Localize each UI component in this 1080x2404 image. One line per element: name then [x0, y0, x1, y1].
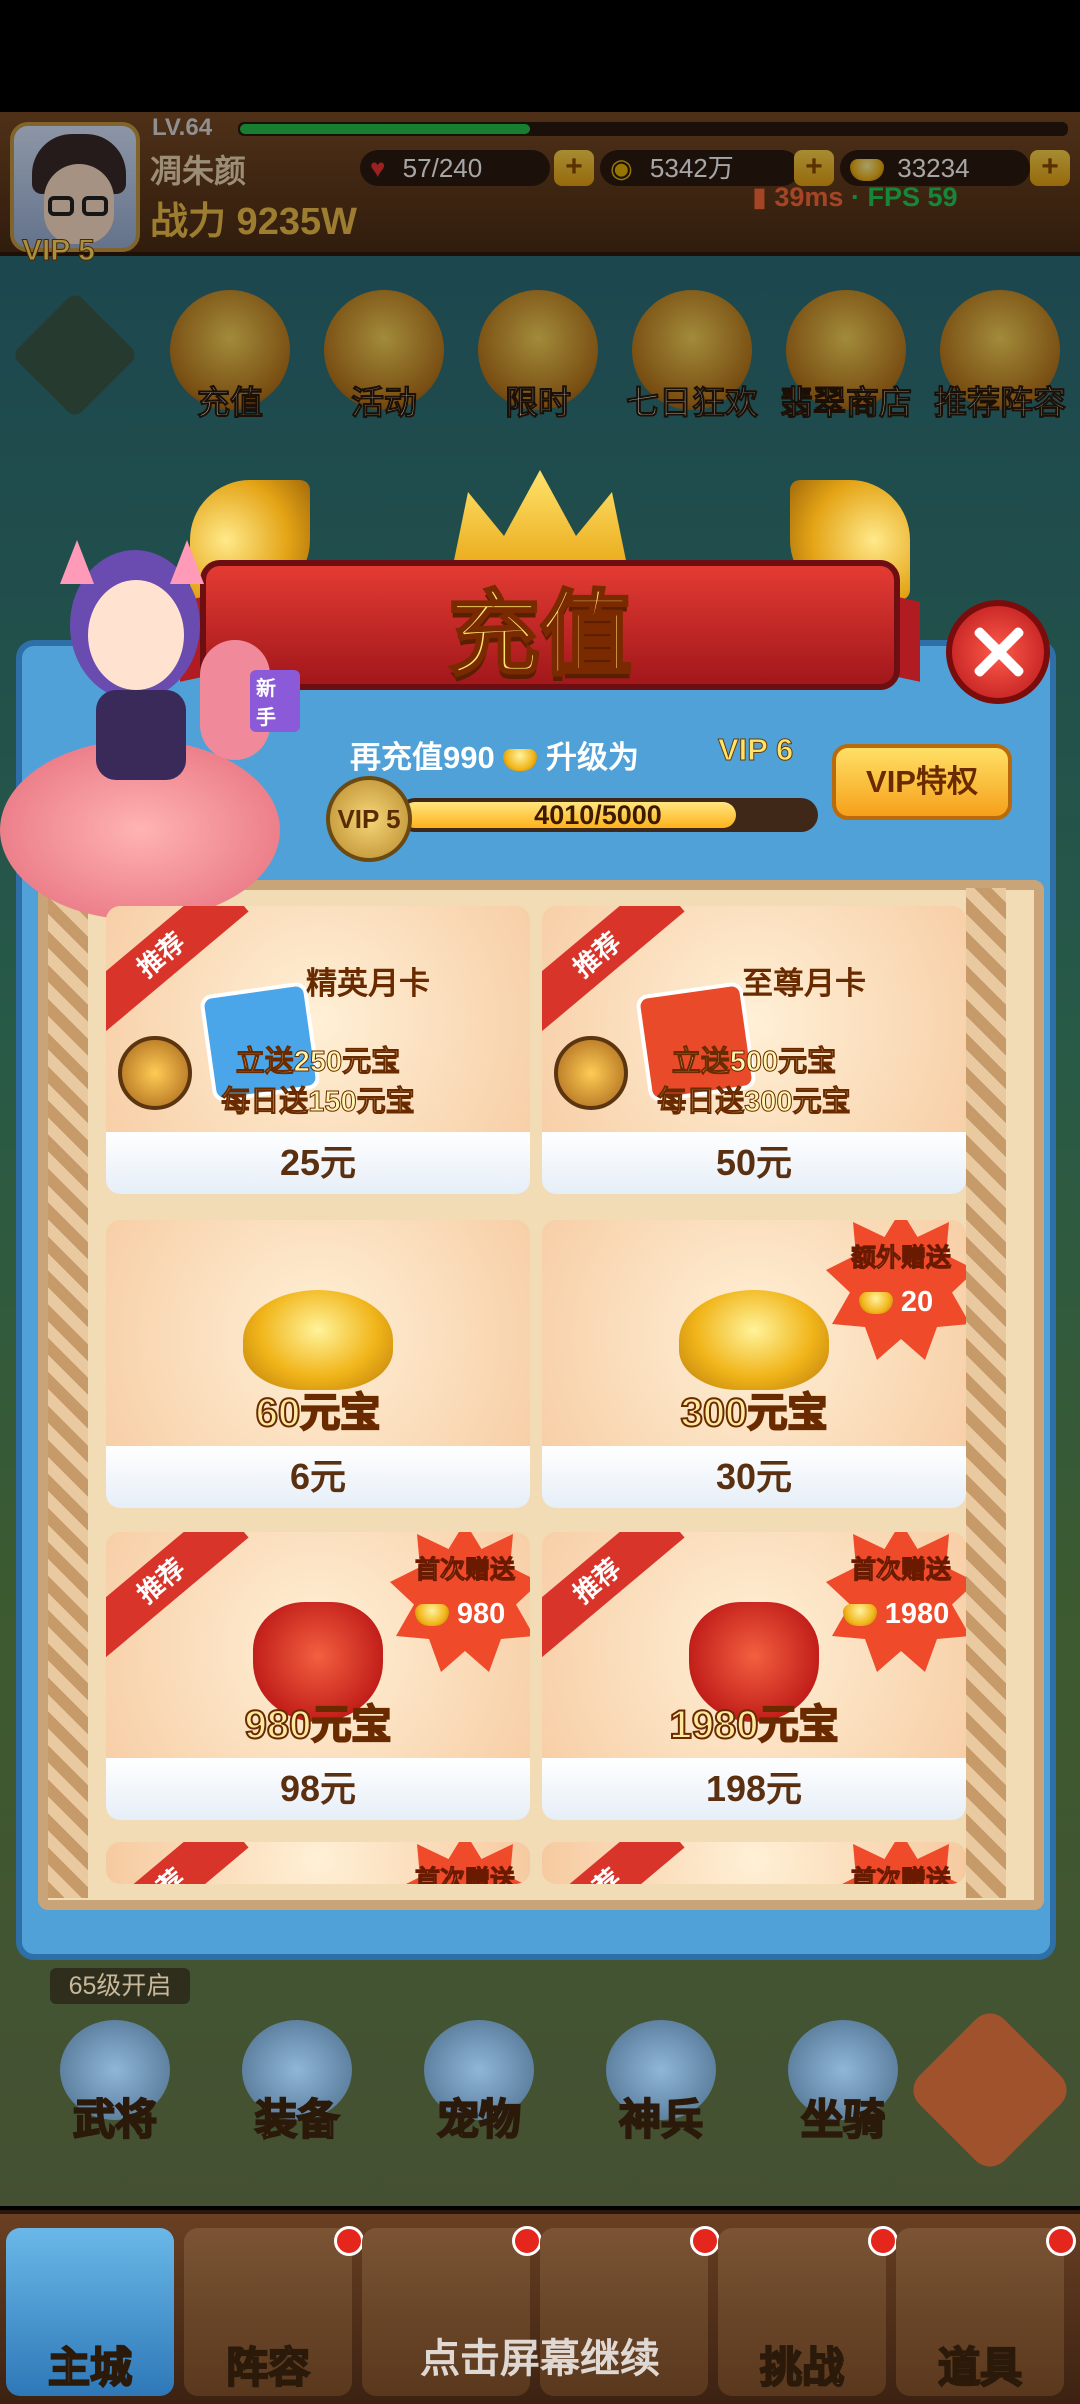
card-price: 25元 — [106, 1132, 530, 1194]
feature-label: 神兵 — [618, 2095, 704, 2144]
recommend-ribbon: 推荐 — [542, 1532, 685, 1660]
gold-ingot-icon — [503, 748, 538, 771]
tab-label[interactable]: 挑战 — [718, 2334, 886, 2395]
feature-button[interactable]: 武将 — [50, 2020, 180, 2147]
tab-label[interactable]: 道具 — [896, 2334, 1064, 2395]
bonus-title: 首次赠送 — [414, 1556, 515, 1585]
bonus-value: 20 — [826, 1286, 966, 1319]
bonus-value: 980 — [390, 1598, 530, 1631]
card-price: 6元 — [106, 1446, 530, 1508]
card-price: 50元 — [542, 1132, 966, 1194]
notification-dot — [512, 2226, 542, 2256]
mascot-tag: 新手 — [250, 670, 300, 732]
card-price: 30元 — [542, 1446, 966, 1508]
card-amount: 300元宝 — [680, 1390, 829, 1436]
bonus-title: 额外赠送 — [850, 1244, 951, 1273]
card-price: 98元 — [106, 1758, 530, 1820]
feature-label: 武将 — [72, 2095, 158, 2144]
gold-ingot-icon — [858, 1292, 893, 1315]
gold-ingot-icon — [679, 1290, 829, 1390]
current-vip-badge: VIP 5 — [326, 776, 412, 862]
recharge-card[interactable]: 精英月卡 立送250元宝 每日送150元宝 25元 推荐 — [106, 906, 530, 1194]
notification-dot — [334, 2226, 364, 2256]
bonus-amount: 20 — [900, 1286, 934, 1318]
bonus-amount: 980 — [456, 1598, 506, 1630]
recommend-ribbon: 推荐 — [106, 1842, 249, 1884]
board-rail-left — [48, 888, 88, 1898]
card-title: 精英月卡 — [306, 966, 430, 1001]
gold-ingot-icon — [243, 1290, 393, 1390]
recharge-card[interactable]: 60元宝 6元 — [106, 1220, 530, 1508]
recharge-card[interactable]: 1980元宝 198元 推荐 首次赠送 1980 — [542, 1532, 966, 1820]
feature-label: 坐骑 — [800, 2095, 886, 2144]
bonus-title: 首次赠送 — [850, 1866, 951, 1885]
recharge-card[interactable]: 980元宝 98元 推荐 首次赠送 980 — [106, 1532, 530, 1820]
recharge-card[interactable]: 300元宝 30元 额外赠送 20 — [542, 1220, 966, 1508]
status-bar — [0, 0, 1080, 112]
recharge-card[interactable]: 推荐首次赠送 — [106, 1842, 530, 1884]
card-amount: 1980元宝 — [669, 1702, 840, 1748]
vip-progress-text: 4010/5000 — [534, 800, 662, 830]
bonus-amount: 1980 — [884, 1598, 950, 1630]
card-amount: 980元宝 — [244, 1702, 393, 1748]
gold-ingot-icon — [414, 1604, 449, 1627]
mascot-girl-icon: 新手 — [0, 490, 300, 930]
feature-button[interactable]: 宠物 — [414, 2020, 544, 2147]
tab-label[interactable]: 主城 — [6, 2334, 174, 2395]
vip-privilege-button[interactable]: VIP特权 — [832, 744, 1012, 820]
close-button[interactable] — [946, 600, 1050, 704]
notification-dot — [690, 2226, 720, 2256]
feature-label: 宠物 — [436, 2095, 522, 2144]
card-line-2: 每日送150元宝 — [221, 1086, 415, 1119]
recommend-ribbon: 推荐 — [542, 1842, 685, 1884]
card-line-2: 每日送300元宝 — [657, 1086, 851, 1119]
card-title: 至尊月卡 — [742, 966, 866, 1001]
board-rail-right — [966, 888, 1006, 1898]
bonus-value: 1980 — [826, 1598, 966, 1631]
card-amount: 60元宝 — [255, 1390, 382, 1436]
recharge-card[interactable]: 推荐首次赠送 — [542, 1842, 966, 1884]
tab-label[interactable]: 阵容 — [184, 2334, 352, 2395]
bonus-title: 首次赠送 — [414, 1866, 515, 1885]
notification-dot — [868, 2226, 898, 2256]
card-line-1: 立送250元宝 — [235, 1046, 401, 1079]
recharge-card[interactable]: 至尊月卡 立送500元宝 每日送300元宝 50元 推荐 — [542, 906, 966, 1194]
popup-title: 充值 — [446, 583, 633, 688]
recharge-hint: 再充值990 升级为 — [350, 732, 639, 777]
bonus-title: 首次赠送 — [850, 1556, 951, 1585]
feature-button[interactable]: 神兵 — [596, 2020, 726, 2147]
recharge-prefix: 再充值990 — [350, 740, 495, 775]
next-vip-level: VIP 6 — [717, 732, 794, 768]
feature-button[interactable]: 装备 — [232, 2020, 362, 2147]
level-open-label: 65级开启 — [50, 1968, 190, 2004]
card-price: 198元 — [542, 1758, 966, 1820]
gold-ingot-icon — [842, 1604, 877, 1627]
tap-to-continue-hint: 点击屏幕继续 — [420, 2337, 660, 2381]
feature-button[interactable]: 坐骑 — [778, 2020, 908, 2147]
recharge-suffix: 升级为 — [545, 740, 639, 775]
card-line-1: 立送500元宝 — [671, 1046, 837, 1079]
notification-dot — [1046, 2226, 1076, 2256]
feature-label: 装备 — [254, 2095, 340, 2144]
recommend-ribbon: 推荐 — [106, 1532, 249, 1660]
